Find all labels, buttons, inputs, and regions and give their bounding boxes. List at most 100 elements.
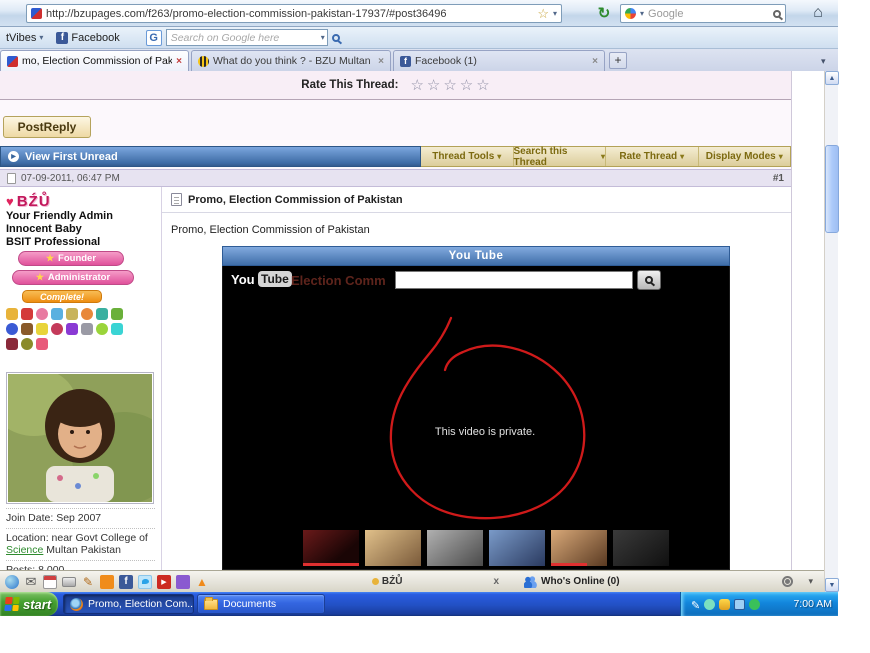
thread-tools-bar: Thread Tools ▾ Search this Thread ▾ Rate… (421, 146, 791, 167)
display-modes-menu[interactable]: Display Modes ▾ (698, 147, 791, 166)
award-icon (111, 323, 123, 335)
messenger-tray-icon[interactable] (704, 599, 715, 610)
youtube-logo: You (231, 272, 255, 287)
tab-bzu-multan[interactable]: What do you think ? - BZU Multan × (191, 50, 391, 71)
bookmark-facebook[interactable]: f Facebook (53, 32, 122, 44)
taskbar-clock[interactable]: 7:00 AM (793, 598, 832, 610)
video-thumbnail[interactable] (613, 530, 669, 566)
post-column: Promo, Election Commission of Pakistan P… (162, 187, 791, 570)
star-icon: ★ (46, 253, 54, 264)
rss-icon[interactable] (100, 575, 114, 589)
tab-close-icon[interactable]: × (176, 56, 182, 67)
post-reply-button[interactable]: PostReply (3, 116, 91, 138)
address-bar[interactable]: http://bzupages.com/f263/promo-election-… (26, 4, 562, 23)
calendar-icon[interactable] (43, 575, 57, 589)
bzu-status-label: BŹŮ (382, 576, 403, 587)
antivirus-tray-icon[interactable] (749, 599, 760, 610)
facebook-icon[interactable]: f (119, 575, 133, 589)
url-text[interactable]: http://bzupages.com/f263/promo-election-… (46, 8, 533, 20)
gear-icon[interactable] (782, 576, 793, 587)
youtube-search-input[interactable] (395, 271, 633, 289)
username[interactable]: ♥ BŹŮ (6, 192, 155, 210)
video-thumbnail[interactable] (303, 530, 359, 566)
security-shield-icon[interactable] (719, 599, 730, 610)
youtube-icon[interactable]: ▶ (157, 575, 171, 589)
taskbar-item-firefox[interactable]: Promo, Election Com... (63, 594, 194, 614)
facebook-favicon-icon: f (400, 56, 411, 67)
vertical-scrollbar[interactable]: ▲ ▼ (824, 71, 838, 592)
award-icon (81, 308, 93, 320)
web-search-box[interactable]: ▾ Google (620, 4, 786, 23)
tab-close-icon[interactable]: × (378, 56, 384, 67)
post-date-bar: 07-09-2011, 06:47 PM #1 (0, 169, 791, 187)
site-favicon-icon (31, 8, 42, 19)
post-number[interactable]: #1 (773, 173, 784, 184)
google-search-go-icon[interactable] (332, 34, 340, 42)
award-icon (6, 323, 18, 335)
edit-icon[interactable]: ✎ (81, 575, 95, 589)
new-tab-button[interactable]: + (609, 52, 627, 69)
whos-online-button[interactable]: Who's Online (0) (524, 576, 620, 588)
menu-label: Rate Thread (619, 151, 677, 162)
bookmark-tvibes[interactable]: tVibes ▾ (3, 32, 46, 44)
globe-icon[interactable] (5, 575, 19, 589)
url-dropdown-icon[interactable]: ▾ (553, 10, 557, 18)
scroll-down-button[interactable]: ▼ (825, 578, 839, 592)
location-link[interactable]: Science (6, 544, 43, 556)
youtube-player[interactable]: You Tube Election Comm This v (222, 266, 730, 570)
view-first-unread-button[interactable]: ▶ View First Unread (0, 146, 421, 167)
scroll-up-button[interactable]: ▲ (825, 71, 839, 85)
post-title-icon (171, 193, 182, 206)
chevron-down-icon: ▾ (680, 152, 684, 161)
youtube-search-button[interactable] (637, 270, 661, 290)
network-tray-icon[interactable] (734, 599, 745, 610)
pen-tray-icon[interactable]: ✎ (691, 599, 700, 610)
twitter-icon[interactable] (138, 575, 152, 589)
scrollbar-thumb[interactable] (825, 145, 839, 233)
founder-badge: ★ Founder (18, 251, 124, 266)
windows-taskbar: start Promo, Election Com... Documents ✎… (0, 592, 838, 616)
reload-button[interactable]: ↻ (592, 3, 616, 23)
view-first-unread-label: View First Unread (25, 151, 118, 163)
chevron-down-icon[interactable]: ▾ (808, 576, 813, 587)
tvibes-dropdown-icon: ▾ (39, 34, 43, 42)
search-engine-dropdown-icon[interactable]: ▾ (640, 10, 644, 18)
search-icon[interactable] (773, 10, 781, 18)
location: Location: near Govt College of Science M… (6, 528, 155, 556)
bookmark-star-icon[interactable]: ☆ (537, 7, 549, 20)
mail-icon[interactable]: ✉ (24, 575, 38, 589)
tab-close-icon[interactable]: × (592, 56, 598, 67)
tab-facebook[interactable]: f Facebook (1) × (393, 50, 605, 71)
video-thumbnail[interactable] (427, 530, 483, 566)
facebook-icon: f (56, 32, 68, 44)
star-icon: ★ (36, 272, 44, 283)
home-button[interactable]: ⌂ (806, 3, 830, 23)
avatar[interactable] (6, 372, 154, 504)
username-text[interactable]: BŹŮ (17, 193, 51, 210)
google-search-input[interactable] (166, 29, 328, 46)
statusbar-close-button[interactable]: x (493, 576, 499, 587)
google-search-dropdown-icon[interactable]: ▾ (321, 34, 325, 42)
thread-tools-menu[interactable]: Thread Tools ▾ (421, 147, 513, 166)
tab-favicon-icon (7, 56, 18, 67)
printer-icon[interactable] (62, 577, 76, 587)
tab-list-dropdown-icon[interactable]: ▾ (821, 56, 826, 67)
rate-thread-menu[interactable]: Rate Thread ▾ (605, 147, 698, 166)
picasa-icon[interactable] (176, 575, 190, 589)
google-g-icon[interactable]: G (146, 30, 162, 46)
video-thumbnail[interactable] (365, 530, 421, 566)
start-label: start (23, 597, 51, 612)
post-body: ♥ BŹŮ Your Friendly Admin Innocent Baby … (0, 187, 791, 570)
bzu-status[interactable]: BŹŮ (372, 576, 403, 587)
search-thread-menu[interactable]: Search this Thread ▾ (513, 147, 606, 166)
start-button[interactable]: start (0, 592, 58, 616)
upload-icon[interactable]: ▲ (195, 575, 209, 589)
user-title: Your Friendly Admin (6, 210, 155, 223)
taskbar-item-documents[interactable]: Documents (197, 594, 325, 614)
reload-icon: ↻ (598, 4, 611, 22)
video-thumbnail[interactable] (489, 530, 545, 566)
tab-thread[interactable]: mo, Election Commission of Pakistan - ..… (0, 50, 189, 71)
video-thumbnail[interactable] (551, 530, 607, 566)
google-search-field: ▾ (166, 29, 328, 46)
video-private-message: This video is private. (415, 426, 555, 438)
